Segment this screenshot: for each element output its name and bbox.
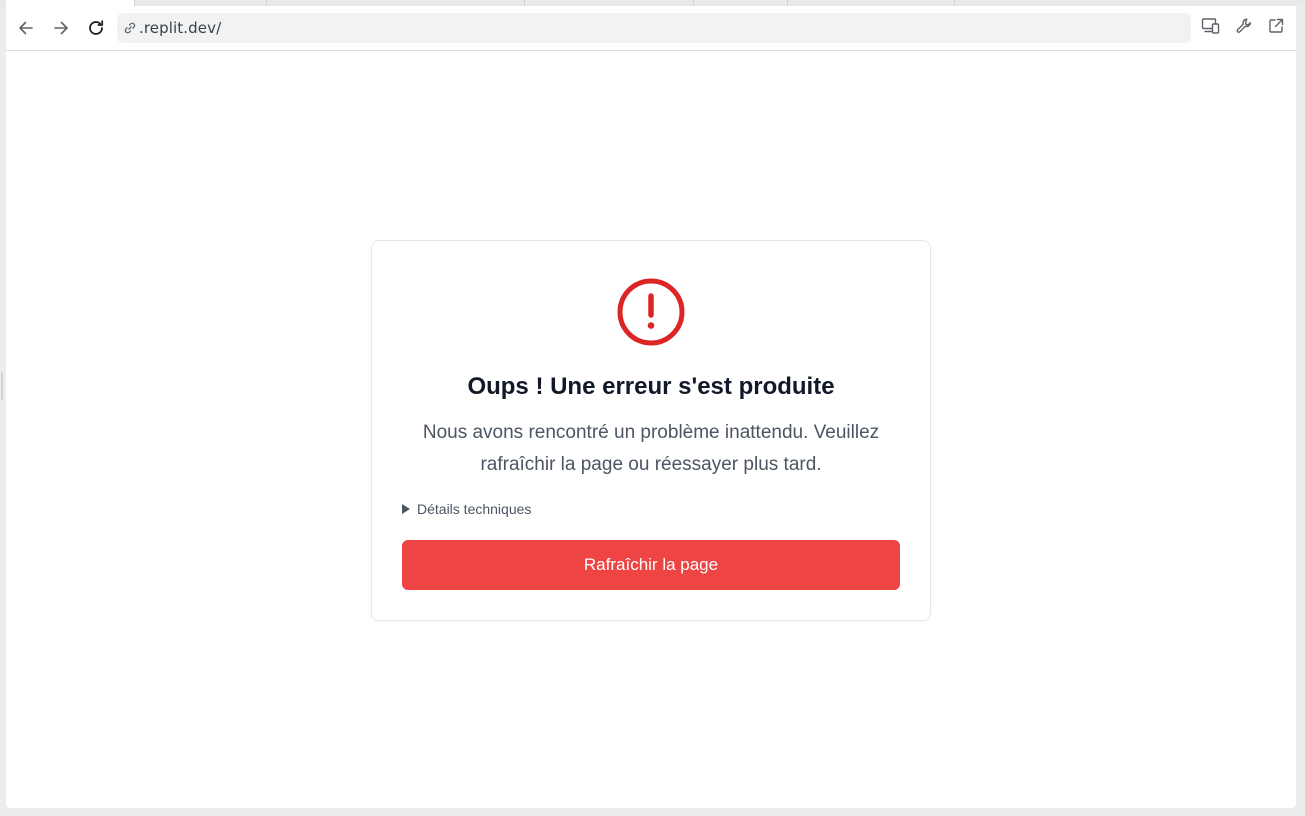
alert-circle-icon	[616, 277, 686, 347]
browser-frame: .replit.dev/ Oups ! Une erreur s'est pro…	[6, 6, 1296, 808]
external-link-icon	[1267, 17, 1285, 40]
back-button[interactable]	[14, 16, 38, 40]
technical-details-label: Détails techniques	[417, 501, 532, 517]
disclosure-triangle-icon	[402, 504, 410, 514]
browser-toolbar: .replit.dev/	[6, 6, 1296, 51]
error-card: Oups ! Une erreur s'est produite Nous av…	[371, 240, 931, 621]
resize-handle[interactable]	[1, 372, 3, 400]
devices-button[interactable]	[1200, 17, 1222, 39]
refresh-page-button[interactable]: Rafraîchir la page	[402, 540, 900, 590]
arrow-left-icon	[17, 19, 35, 37]
arrow-right-icon	[52, 19, 70, 37]
forward-button[interactable]	[49, 16, 73, 40]
reload-button[interactable]	[84, 16, 108, 40]
devtools-button[interactable]	[1233, 17, 1255, 39]
address-bar[interactable]: .replit.dev/	[117, 13, 1191, 43]
open-external-button[interactable]	[1265, 17, 1287, 39]
technical-details-toggle[interactable]: Détails techniques	[402, 501, 531, 517]
url-text[interactable]: .replit.dev/	[139, 19, 221, 37]
error-title: Oups ! Une erreur s'est produite	[467, 373, 835, 400]
error-message: Nous avons rencontré un problème inatten…	[422, 422, 880, 475]
reload-icon	[86, 18, 106, 38]
devices-icon	[1201, 17, 1221, 40]
wrench-icon	[1235, 17, 1253, 40]
link-icon	[122, 20, 138, 36]
